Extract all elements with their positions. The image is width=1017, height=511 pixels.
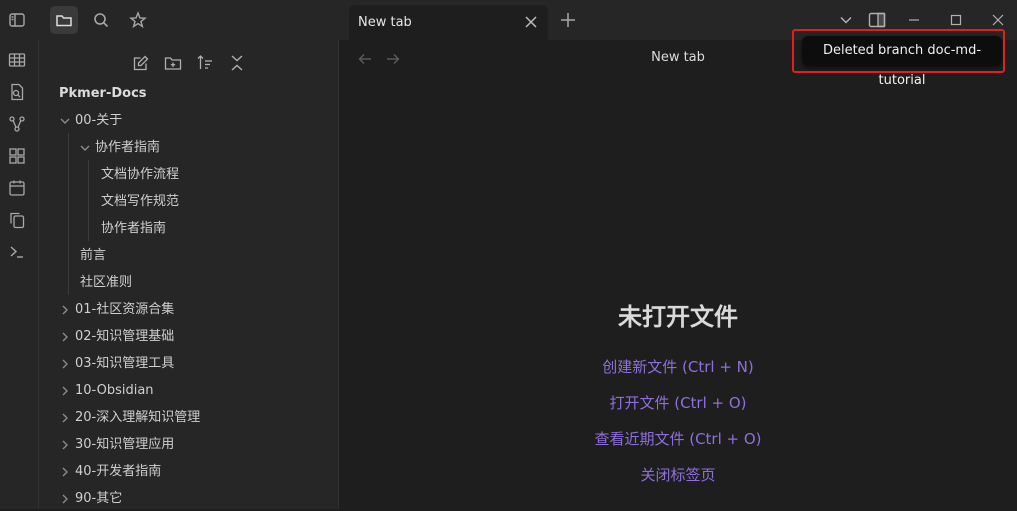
folder-item[interactable]: 30-知识管理应用 bbox=[59, 433, 174, 457]
plus-icon[interactable] bbox=[557, 9, 579, 31]
empty-state-title: 未打开文件 bbox=[618, 303, 738, 331]
star-icon[interactable] bbox=[124, 6, 152, 34]
tree-item-label: 90-其它 bbox=[75, 491, 123, 506]
chevron-right-icon[interactable] bbox=[59, 304, 71, 316]
table-icon[interactable] bbox=[6, 49, 28, 71]
tree-item-label: 01-社区资源合集 bbox=[75, 302, 175, 317]
folder-item[interactable]: 02-知识管理基础 bbox=[59, 325, 174, 349]
folder-item[interactable]: 03-知识管理工具 bbox=[59, 352, 174, 376]
copy-icon[interactable] bbox=[6, 209, 28, 231]
main-view: New tab 未打开文件 创建新文件 (Ctrl + N) 打开文件 (Ctr… bbox=[339, 40, 1017, 509]
highlight-box bbox=[792, 29, 1005, 73]
file-item[interactable]: 协作者指南 bbox=[101, 217, 166, 241]
folder-item[interactable]: 01-社区资源合集 bbox=[59, 298, 174, 322]
tab-new-tab[interactable]: New tab bbox=[349, 5, 548, 40]
chevron-right-icon[interactable] bbox=[59, 439, 71, 451]
chevron-right-icon[interactable] bbox=[59, 385, 71, 397]
create-new-file-link[interactable]: 创建新文件 (Ctrl + N) bbox=[339, 356, 1017, 377]
sort-icon[interactable] bbox=[194, 52, 216, 74]
file-explorer: Pkmer-Docs 00-关于 协作者指南 文档协作流程 文档写作规范 协作者指南 前言… bbox=[39, 40, 339, 509]
folder-icon[interactable] bbox=[50, 6, 78, 34]
tree-item-label: 10-Obsidian bbox=[75, 383, 154, 398]
chevron-right-icon[interactable] bbox=[59, 412, 71, 424]
folder-item[interactable]: 20-深入理解知识管理 bbox=[59, 406, 200, 430]
calendar-icon[interactable] bbox=[6, 177, 28, 199]
window-close-icon[interactable] bbox=[987, 9, 1009, 31]
folder-item[interactable]: 00-关于 bbox=[59, 109, 122, 133]
folder-item[interactable]: 10-Obsidian bbox=[59, 379, 154, 403]
file-item[interactable]: 前言 bbox=[80, 244, 106, 268]
graph-icon[interactable] bbox=[6, 113, 28, 135]
tab-title: New tab bbox=[358, 15, 412, 30]
chevron-down-icon[interactable] bbox=[835, 9, 857, 31]
recent-files-link[interactable]: 查看近期文件 (Ctrl + O) bbox=[339, 428, 1017, 449]
file-item[interactable]: 文档协作流程 bbox=[101, 163, 179, 187]
new-folder-icon[interactable] bbox=[162, 52, 184, 74]
minimize-icon[interactable] bbox=[903, 9, 925, 31]
file-search-icon[interactable] bbox=[6, 81, 28, 103]
tree-item-label: 03-知识管理工具 bbox=[75, 356, 175, 371]
grid-icon[interactable] bbox=[6, 145, 28, 167]
chevron-down-icon[interactable] bbox=[59, 115, 71, 127]
chevron-right-icon[interactable] bbox=[59, 466, 71, 478]
tree-item-label: 社区准则 bbox=[80, 275, 133, 290]
tree-item-label: 00-关于 bbox=[75, 113, 123, 128]
search-icon[interactable] bbox=[87, 6, 115, 34]
new-note-icon[interactable] bbox=[130, 52, 152, 74]
tree-item-label: 协作者指南 bbox=[101, 221, 167, 236]
file-item[interactable]: 文档写作规范 bbox=[101, 190, 179, 214]
tree-item-label: 20-深入理解知识管理 bbox=[75, 410, 201, 425]
tree-item-label: 02-知识管理基础 bbox=[75, 329, 175, 344]
folder-item[interactable]: 协作者指南 bbox=[79, 136, 160, 160]
tree-item-label: 文档协作流程 bbox=[101, 167, 180, 182]
folder-item[interactable]: 90-其它 bbox=[59, 487, 122, 511]
tree-guide bbox=[88, 160, 89, 241]
ribbon bbox=[0, 40, 39, 509]
open-file-link[interactable]: 打开文件 (Ctrl + O) bbox=[339, 392, 1017, 413]
chevron-right-icon[interactable] bbox=[59, 493, 71, 505]
tree-item-label: 前言 bbox=[80, 248, 107, 263]
file-item[interactable]: 社区准则 bbox=[80, 271, 132, 295]
close-tab-link[interactable]: 关闭标签页 bbox=[339, 464, 1017, 485]
tree-guide bbox=[68, 133, 69, 295]
right-sidebar-toggle-icon[interactable] bbox=[866, 9, 888, 31]
tree-item-label: 30-知识管理应用 bbox=[75, 437, 175, 452]
close-icon[interactable] bbox=[522, 13, 540, 31]
sidebar-toggle-icon[interactable] bbox=[3, 6, 31, 34]
chevron-right-icon[interactable] bbox=[59, 331, 71, 343]
collapse-all-icon[interactable] bbox=[226, 52, 248, 74]
terminal-icon[interactable] bbox=[6, 241, 28, 263]
vault-name[interactable]: Pkmer-Docs bbox=[59, 86, 147, 101]
chevron-down-icon[interactable] bbox=[79, 142, 91, 154]
tree-item-label: 协作者指南 bbox=[95, 140, 161, 155]
maximize-icon[interactable] bbox=[945, 9, 967, 31]
folder-item[interactable]: 40-开发者指南 bbox=[59, 460, 161, 484]
tree-item-label: 文档写作规范 bbox=[101, 194, 180, 209]
chevron-right-icon[interactable] bbox=[59, 358, 71, 370]
tree-item-label: 40-开发者指南 bbox=[75, 464, 162, 479]
